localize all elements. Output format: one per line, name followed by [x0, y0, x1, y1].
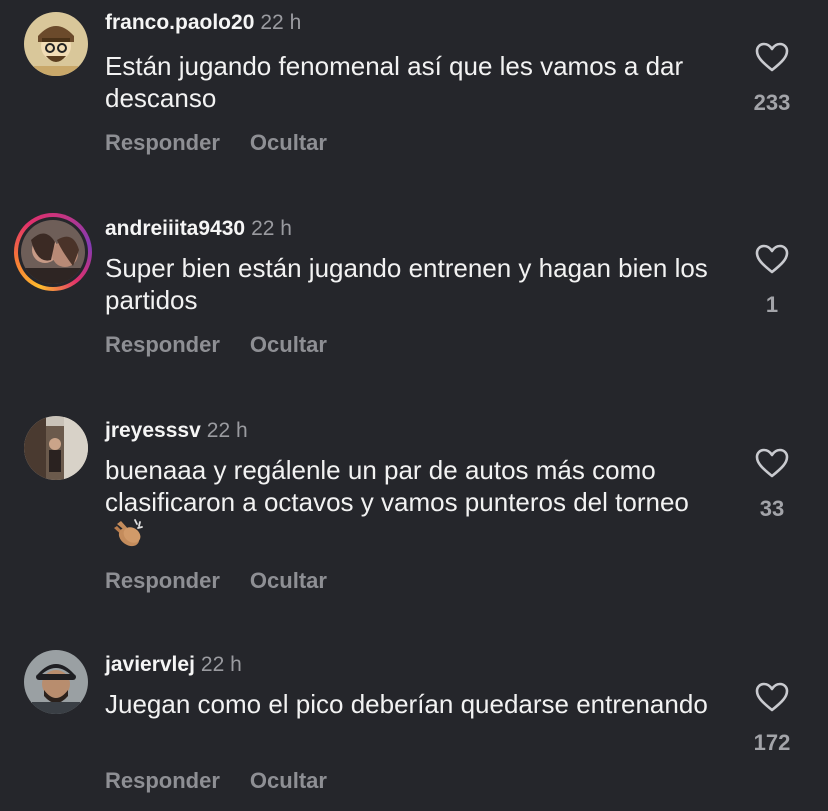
timestamp: 22 h [200, 653, 242, 676]
heart-icon[interactable] [755, 244, 789, 274]
avatar[interactable] [24, 12, 88, 76]
reply-button[interactable]: Responder [105, 568, 220, 593]
comment-text: buenaaa y regálenle un par de autos más … [105, 454, 725, 555]
username[interactable]: jreyesssv [105, 419, 201, 442]
heart-icon[interactable] [755, 448, 789, 478]
comment-actions: Responder Ocultar [105, 768, 327, 794]
avatar[interactable] [24, 650, 88, 714]
reply-button[interactable]: Responder [105, 130, 220, 155]
like-area: 33 [740, 448, 804, 522]
like-area: 1 [740, 244, 804, 318]
comments-list: franco.paolo20 22 h Están jugando fenomen… [0, 0, 828, 811]
hide-button[interactable]: Ocultar [250, 332, 327, 357]
comment-actions: Responder Ocultar [105, 568, 327, 594]
comment-actions: Responder Ocultar [105, 332, 327, 358]
comment-header: franco.paolo20 22 h [105, 10, 301, 36]
heart-icon[interactable] [755, 42, 789, 72]
story-ring [18, 217, 88, 287]
timestamp: 22 h [206, 419, 248, 442]
comment-header: javiervlej 22 h [105, 652, 242, 678]
reply-button[interactable]: Responder [105, 332, 220, 357]
like-area: 172 [740, 682, 804, 756]
like-count: 33 [759, 496, 785, 521]
username[interactable]: javiervlej [105, 653, 195, 676]
username[interactable]: franco.paolo20 [105, 11, 254, 34]
comment-text: Juegan como el pico deberían quedarse en… [105, 689, 708, 719]
hide-button[interactable]: Ocultar [250, 768, 327, 793]
comment-actions: Responder Ocultar [105, 130, 327, 156]
like-count: 233 [753, 90, 791, 115]
like-count: 1 [765, 292, 779, 317]
username[interactable]: andreiiita9430 [105, 217, 245, 240]
comment-text-content: buenaaa y regálenle un par de autos más … [105, 455, 689, 517]
hide-button[interactable]: Ocultar [250, 130, 327, 155]
avatar-image [21, 220, 85, 284]
avatar[interactable] [14, 213, 92, 291]
timestamp: 22 h [260, 11, 302, 34]
clapping-hands-icon [111, 518, 145, 555]
heart-icon[interactable] [755, 682, 789, 712]
like-area: 233 [740, 42, 804, 116]
comment-text: Están jugando fenomenal así que les vamo… [105, 51, 684, 113]
reply-button[interactable]: Responder [105, 768, 220, 793]
timestamp: 22 h [251, 217, 292, 240]
comment-text: Super bien están jugando entrenen y haga… [105, 253, 708, 315]
comment-header: jreyesssv 22 h [105, 418, 248, 444]
hide-button[interactable]: Ocultar [250, 568, 327, 593]
like-count: 172 [753, 730, 791, 755]
comment-header: andreiiita9430 22 h [105, 216, 292, 242]
avatar[interactable] [24, 416, 88, 480]
